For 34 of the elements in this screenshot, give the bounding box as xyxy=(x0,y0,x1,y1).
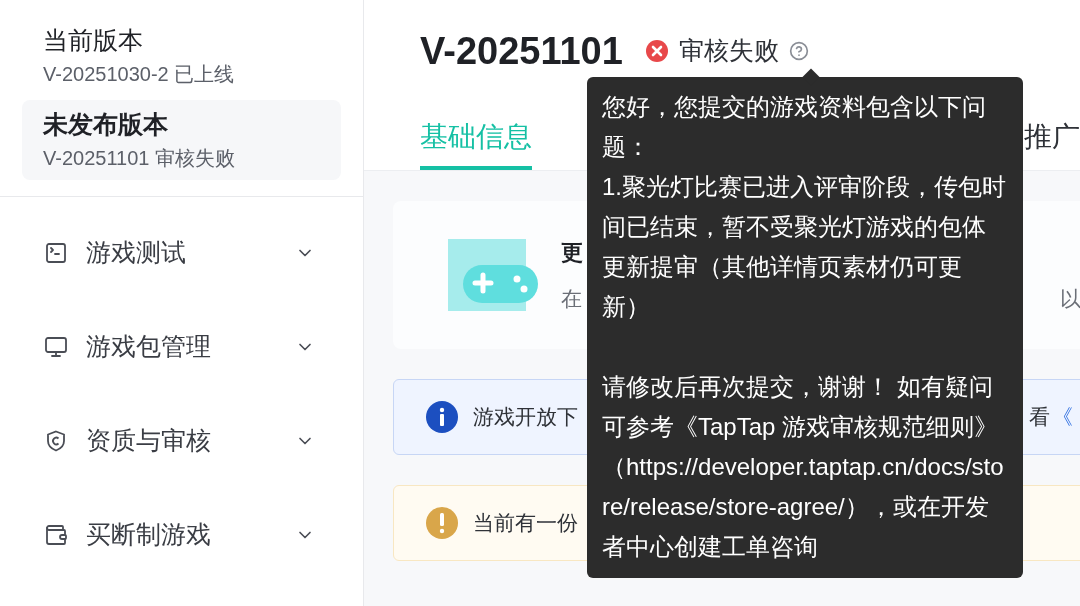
nav-item[interactable]: 游戏包管理 xyxy=(0,327,363,367)
version-detail: V-20251030-2 已上线 xyxy=(43,62,236,87)
notice-text: 当前有一份 xyxy=(473,510,578,537)
card-title: 更 xyxy=(561,238,583,267)
notice-text: 游戏开放下 xyxy=(473,404,578,431)
notice-link[interactable]: 《 xyxy=(1052,401,1073,433)
info-icon xyxy=(425,400,459,434)
tooltip-text: 请修改后再次提交，谢谢！ 如有疑问可参考《TapTap 游戏审核规范细则》（https://developer.taptap.cn/docs/store/release/store-agree/），或在开发者中心创建工单咨询 xyxy=(602,372,1005,562)
shield-icon xyxy=(44,429,68,453)
nav-label: 买断制游戏 xyxy=(86,519,212,551)
terminal-icon xyxy=(44,241,68,265)
version-detail: V-20251101 审核失败 xyxy=(43,146,236,171)
warning-icon xyxy=(425,506,459,540)
card-subtitle: 在 xyxy=(561,285,582,312)
nav-label: 资质与审核 xyxy=(86,425,212,457)
version-label: 未发布版本 xyxy=(43,109,169,140)
error-icon xyxy=(644,39,669,63)
monitor-icon xyxy=(44,335,68,359)
nav-label: 游戏包管理 xyxy=(86,331,212,363)
tab[interactable]: 推广 xyxy=(1024,116,1080,170)
version-label: 当前版本 xyxy=(43,25,144,56)
wallet-icon xyxy=(44,523,68,547)
tooltip-text: 1.聚光灯比赛已进入评审阶段，传包时间已结束，暂不受聚光灯游戏的包体更新提审（其他详情页素材仍可更新） xyxy=(602,172,1007,322)
card-subtitle: 以 xyxy=(1060,285,1080,312)
nav-item[interactable]: 游戏测试 xyxy=(0,233,363,273)
nav-label: 游戏测试 xyxy=(86,237,187,269)
tooltip-text: 您好，您提交的游戏资料包含以下问题： xyxy=(602,92,987,162)
notice-text: 看 xyxy=(1029,404,1050,431)
version-item[interactable]: 未发布版本 V-20251101 审核失败 xyxy=(22,100,341,180)
status-label: 审核失败 xyxy=(678,35,779,67)
nav-item[interactable]: 买断制游戏 xyxy=(0,515,363,555)
nav-item[interactable]: 资质与审核 xyxy=(0,421,363,461)
version-title: V-20251101 xyxy=(420,28,623,74)
help-icon[interactable] xyxy=(788,41,809,61)
